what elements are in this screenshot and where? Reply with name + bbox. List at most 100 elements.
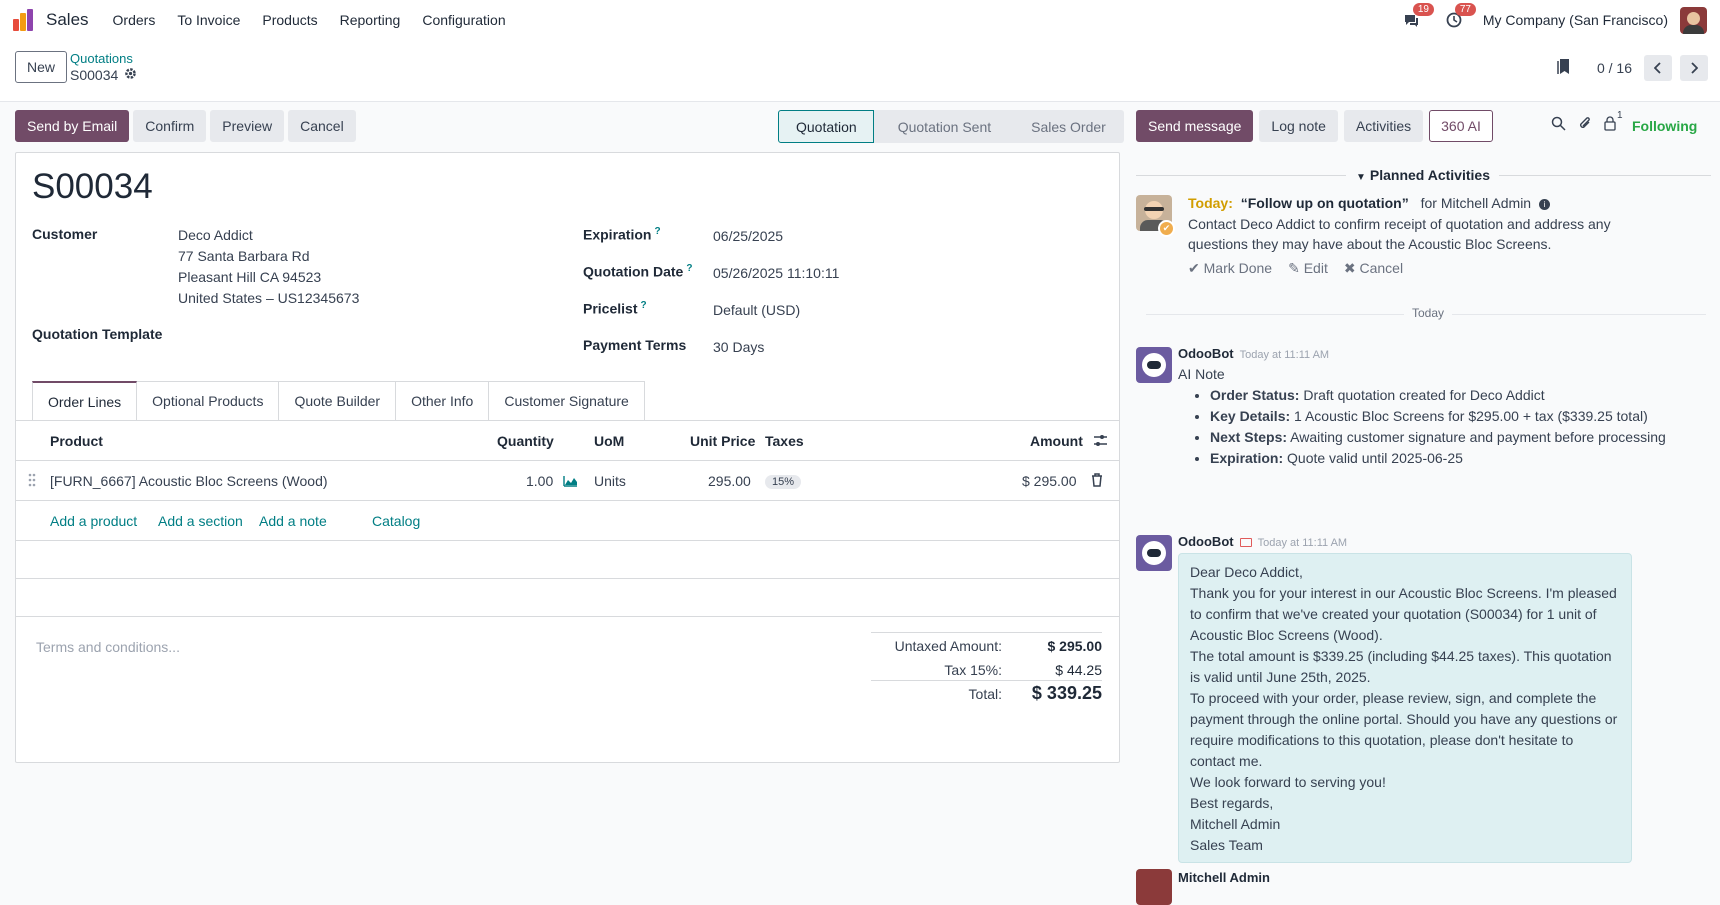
column-taxes[interactable]: Taxes [765, 433, 804, 449]
cancel-button[interactable]: Cancel [288, 110, 356, 142]
edit-activity-button[interactable]: ✎ Edit [1288, 260, 1328, 277]
email-line: To proceed with your order, please revie… [1190, 690, 1618, 769]
menu-configuration[interactable]: Configuration [422, 12, 505, 28]
menu-to-invoice[interactable]: To Invoice [177, 12, 240, 28]
stage-quotation[interactable]: Quotation [778, 110, 874, 143]
tab-quote-builder[interactable]: Quote Builder [279, 381, 397, 421]
pager-previous-button[interactable] [1644, 55, 1672, 81]
activity-due: Today: [1188, 195, 1233, 211]
new-button[interactable]: New [15, 51, 68, 83]
followers-icon[interactable]: 1 [1604, 110, 1623, 135]
activity-badge: 77 [1454, 3, 1476, 16]
menu-orders[interactable]: Orders [113, 12, 156, 28]
tax-label: Tax 15%: [944, 662, 1002, 678]
optional-columns-icon[interactable] [1093, 434, 1108, 450]
add-product-link[interactable]: Add a product [50, 513, 137, 529]
company-switcher[interactable]: My Company (San Francisco) [1483, 12, 1668, 28]
line-product[interactable]: [FURN_6667] Acoustic Bloc Screens (Wood) [50, 473, 328, 489]
pencil-icon: ✎ [1288, 260, 1304, 276]
total-label: Total: [968, 686, 1002, 702]
activities-button[interactable]: Activities [1343, 110, 1424, 142]
gear-icon[interactable] [124, 67, 137, 83]
bookmark-icon[interactable] [1557, 58, 1571, 78]
planned-activities-toggle[interactable]: ▼ Planned Activities [1356, 167, 1490, 183]
paperclip-icon[interactable] [1578, 116, 1592, 135]
column-amount[interactable]: Amount [1030, 433, 1083, 449]
line-unit-price[interactable]: 295.00 [708, 473, 751, 489]
quotation-date-field[interactable]: 05/26/2025 11:10:11 [713, 265, 839, 281]
payment-terms-field[interactable]: 30 Days [713, 339, 764, 355]
tab-order-lines[interactable]: Order Lines [32, 381, 138, 421]
odoobot-avatar[interactable] [1136, 347, 1172, 383]
column-product[interactable]: Product [50, 433, 103, 449]
column-uom[interactable]: UoM [594, 433, 624, 449]
trash-icon[interactable] [1091, 473, 1103, 490]
add-section-link[interactable]: Add a section [158, 513, 243, 529]
activity-description: Contact Deco Addict to confirm receipt o… [1188, 216, 1611, 252]
message-author[interactable]: OdooBot Today at 11:11 AM [1178, 346, 1329, 361]
send-message-button[interactable]: Send message [1136, 110, 1254, 142]
email-line: The total amount is $339.25 (including $… [1190, 648, 1612, 685]
stage-quotation-sent[interactable]: Quotation Sent [873, 110, 1008, 143]
odoobot-avatar[interactable] [1136, 535, 1172, 571]
column-quantity[interactable]: Quantity [497, 433, 554, 449]
ai-note-list: Order Status: Draft quotation created fo… [1210, 385, 1688, 469]
tax-badge[interactable]: 15% [765, 475, 802, 489]
pager-value[interactable]: 0 / 16 [1597, 60, 1632, 76]
expiration-label: Expiration? [583, 226, 661, 243]
tab-optional-products[interactable]: Optional Products [137, 381, 280, 421]
customer-address-city: Pleasant Hill CA 94523 [178, 269, 322, 285]
help-icon[interactable]: ? [686, 263, 692, 274]
message-author[interactable]: Mitchell Admin [1178, 870, 1270, 885]
empty-table-row [16, 579, 1119, 617]
forecast-chart-icon[interactable] [563, 474, 578, 490]
line-uom[interactable]: Units [594, 473, 626, 489]
expiration-field[interactable]: 06/25/2025 [713, 228, 783, 244]
activity-clock-icon[interactable]: 77 [1443, 3, 1476, 31]
confirm-button[interactable]: Confirm [133, 110, 207, 142]
caret-down-icon: ▼ [1356, 172, 1366, 183]
list-item: Expiration: Quote valid until 2025-06-25 [1210, 448, 1688, 469]
table-row[interactable]: [FURN_6667] Acoustic Bloc Screens (Wood)… [16, 461, 1119, 501]
preview-button[interactable]: Preview [210, 110, 285, 142]
record-name: S00034 [70, 67, 137, 83]
pager-next-button[interactable] [1680, 55, 1708, 81]
sales-app-icon[interactable] [13, 9, 35, 31]
menu-products[interactable]: Products [262, 12, 317, 28]
following-button[interactable]: Following [1632, 118, 1697, 134]
page-title: S00034 [32, 167, 153, 206]
column-unit-price[interactable]: Unit Price [690, 433, 755, 449]
activity-actions: ✔ Mark Done ✎ Edit ✖ Cancel [1188, 260, 1403, 277]
cancel-activity-button[interactable]: ✖ Cancel [1344, 260, 1403, 277]
customer-field[interactable]: Deco Addict [178, 227, 253, 243]
terms-conditions-input[interactable]: Terms and conditions... [36, 639, 180, 655]
search-icon[interactable] [1551, 116, 1566, 135]
line-quantity[interactable]: 1.00 [526, 473, 553, 489]
help-icon[interactable]: ? [640, 300, 646, 311]
stage-sales-order[interactable]: Sales Order [1007, 110, 1124, 143]
tab-other-info[interactable]: Other Info [396, 381, 490, 421]
breadcrumb-quotations[interactable]: Quotations [70, 51, 133, 66]
order-lines-header: Product Quantity UoM Unit Price Taxes Am… [16, 420, 1119, 461]
help-icon[interactable]: ? [654, 226, 660, 237]
user-avatar[interactable] [1136, 869, 1172, 905]
send-by-email-button[interactable]: Send by Email [15, 110, 130, 142]
chatter-icons: 1 Following [1551, 110, 1697, 135]
log-note-button[interactable]: Log note [1259, 110, 1338, 142]
info-icon[interactable]: i [1538, 198, 1550, 210]
drag-handle-icon[interactable] [28, 473, 36, 490]
add-note-link[interactable]: Add a note [259, 513, 327, 529]
mark-done-button[interactable]: ✔ Mark Done [1188, 260, 1272, 277]
tab-customer-signature[interactable]: Customer Signature [489, 381, 645, 421]
menu-reporting[interactable]: Reporting [340, 12, 401, 28]
app-name[interactable]: Sales [46, 10, 89, 30]
ai-button[interactable]: 360 AI [1429, 110, 1493, 142]
messaging-icon[interactable]: 19 [1401, 3, 1434, 31]
pricelist-field[interactable]: Default (USD) [713, 302, 800, 318]
email-line: Thank you for your interest in our Acous… [1190, 585, 1617, 643]
message-author[interactable]: OdooBot Today at 11:11 AM [1178, 534, 1347, 549]
catalog-link[interactable]: Catalog [372, 513, 420, 529]
user-avatar[interactable] [1680, 6, 1707, 34]
form-sheet: S00034 Customer Deco Addict 77 Santa Bar… [15, 152, 1120, 763]
control-panel: New Quotations S00034 0 / 16 [0, 40, 1720, 102]
